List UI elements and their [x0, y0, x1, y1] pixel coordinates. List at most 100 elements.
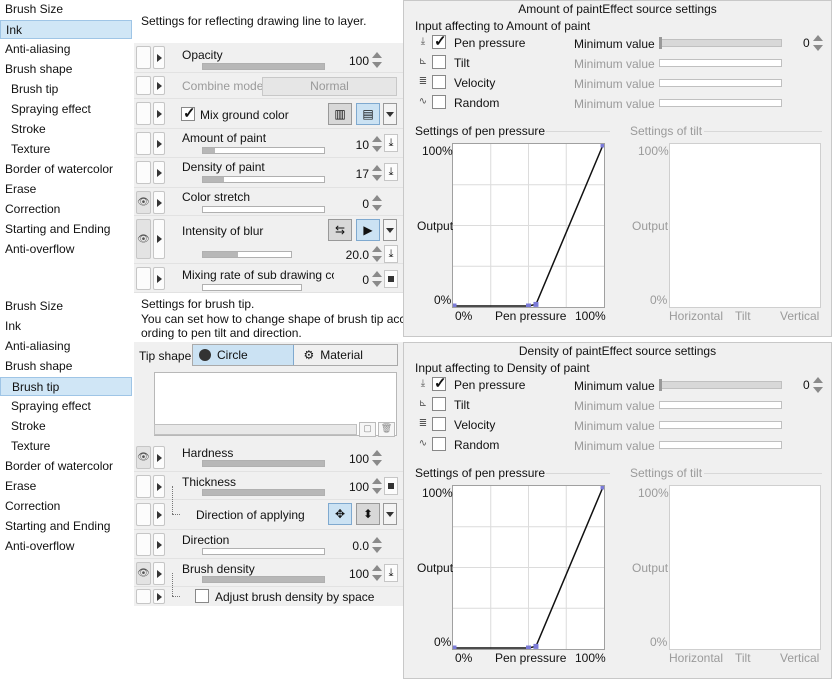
sidebar-item-erase[interactable]: Erase [0, 180, 132, 199]
combine-mode-select[interactable]: Normal [262, 77, 397, 96]
adjust-density-checkbox[interactable] [195, 589, 209, 603]
sidebar-item-border-of-watercolor[interactable]: Border of watercolor [0, 457, 132, 476]
eye-icon[interactable]: 👁 [136, 446, 151, 469]
velocity-checkbox[interactable] [432, 417, 446, 431]
curve-control-point[interactable] [533, 301, 539, 307]
sidebar-item-anti-overflow[interactable]: Anti-overflow [0, 537, 132, 556]
density-of-paint-pressure-icon[interactable]: ⤓ [384, 163, 398, 181]
intensity-of-blur-slider[interactable] [202, 251, 292, 258]
opacity-value[interactable]: 100 [329, 54, 369, 68]
minimum-value-spinner[interactable] [812, 34, 823, 52]
sidebar-item-stroke[interactable]: Stroke [0, 417, 132, 436]
sidebar-item-erase[interactable]: Erase [0, 477, 132, 496]
random-checkbox[interactable] [432, 437, 446, 451]
sidebar-item-anti-aliasing[interactable]: Anti-aliasing [0, 40, 132, 59]
expand-button[interactable] [153, 475, 165, 498]
color-stretch-spinner[interactable] [371, 194, 382, 212]
mixing-rate-slider[interactable] [202, 284, 302, 291]
tip-preview-scrollbar[interactable] [154, 424, 357, 435]
tilt-checkbox[interactable] [432, 397, 446, 411]
minimum-value-slider[interactable] [659, 37, 782, 49]
expand-button[interactable] [153, 191, 165, 214]
expand-button[interactable] [153, 76, 165, 95]
blur-mode-right-icon[interactable]: ▶ [356, 219, 380, 241]
thickness-slider[interactable] [202, 489, 325, 496]
eye-icon[interactable]: 👁 [136, 191, 151, 214]
sidebar-item-ink[interactable]: Ink [0, 20, 132, 39]
pressure-toggle[interactable] [136, 267, 151, 290]
density-of-paint-slider[interactable] [202, 176, 325, 183]
sidebar-item-stroke[interactable]: Stroke [0, 120, 132, 139]
sidebar-item-texture[interactable]: Texture [0, 140, 132, 159]
expand-button[interactable] [153, 446, 165, 469]
pressure-toggle[interactable] [136, 132, 151, 155]
curve-control-point[interactable] [453, 303, 457, 308]
sidebar-item-ink[interactable]: Ink [0, 317, 132, 336]
expand-button[interactable] [153, 503, 165, 526]
minimum-value-slider[interactable] [659, 379, 782, 391]
minimum-value-spinner[interactable] [812, 376, 823, 394]
minimum-value[interactable]: 0 [803, 36, 810, 50]
direction-mode-dropdown-icon[interactable] [383, 503, 397, 525]
amount-of-paint-pressure-icon[interactable]: ⤓ [384, 134, 398, 152]
sidebar-item-spraying-effect[interactable]: Spraying effect [0, 100, 132, 119]
sidebar-item-brush-size[interactable]: Brush Size [0, 297, 132, 316]
color-stretch-value[interactable]: 0 [329, 197, 369, 211]
pressure-curve-svg[interactable] [453, 486, 604, 649]
mixing-rate-spinner[interactable] [371, 270, 382, 288]
density-of-paint-spinner[interactable] [371, 164, 382, 182]
mixing-rate-value[interactable]: 0 [329, 273, 369, 287]
random-checkbox[interactable] [432, 95, 446, 109]
expand-button[interactable] [153, 589, 165, 604]
sidebar-item-brush-tip[interactable]: Brush tip [0, 80, 132, 99]
intensity-of-blur-pressure-icon[interactable]: ⤓ [384, 245, 398, 263]
curve-control-point[interactable] [526, 303, 531, 308]
opacity-spinner[interactable] [371, 51, 382, 69]
direction-spinner[interactable] [371, 536, 382, 554]
sidebar-item-starting-and-ending[interactable]: Starting and Ending [0, 220, 132, 239]
mixing-rate-stop-icon[interactable] [384, 270, 398, 288]
brush-density-slider[interactable] [202, 576, 325, 583]
expand-button[interactable] [153, 132, 165, 155]
blur-mode-left-icon[interactable]: ⇆ [328, 219, 352, 241]
pressure-toggle[interactable] [136, 503, 151, 526]
direction-slider[interactable] [202, 548, 325, 555]
sidebar-item-brush-shape[interactable]: Brush shape [0, 60, 132, 79]
velocity-checkbox[interactable] [432, 75, 446, 89]
minimum-value[interactable]: 0 [803, 378, 810, 392]
pen-pressure-checkbox[interactable] [432, 32, 447, 50]
intensity-of-blur-spinner[interactable] [371, 245, 382, 263]
curve-control-point[interactable] [526, 645, 531, 650]
curve-control-point[interactable] [600, 486, 605, 490]
sidebar-item-border-of-watercolor[interactable]: Border of watercolor [0, 160, 132, 179]
mix-mode-right-icon[interactable]: ▤ [356, 103, 380, 125]
sidebar-item-anti-overflow[interactable]: Anti-overflow [0, 240, 132, 259]
expand-button[interactable] [153, 102, 165, 125]
direction-mode-right-icon[interactable]: ⬍ [356, 503, 380, 525]
expand-button[interactable] [153, 533, 165, 556]
sidebar-item-brush-size[interactable]: Brush Size [0, 0, 132, 19]
intensity-of-blur-value[interactable]: 20.0 [329, 248, 369, 262]
tilt-checkbox[interactable] [432, 55, 446, 69]
blur-mode-dropdown-icon[interactable] [383, 219, 397, 241]
thickness-value[interactable]: 100 [329, 480, 369, 494]
add-tip-icon[interactable]: ▢ [359, 422, 376, 437]
pressure-toggle[interactable] [136, 533, 151, 556]
expand-button[interactable] [153, 562, 165, 585]
hardness-slider[interactable] [202, 460, 325, 467]
pressure-toggle[interactable] [136, 76, 151, 95]
hardness-spinner[interactable] [371, 449, 382, 467]
pressure-curve-graph[interactable] [452, 485, 605, 650]
tab-material[interactable]: ⚙ Material [294, 345, 398, 365]
sidebar-item-brush-shape[interactable]: Brush shape [0, 357, 132, 376]
pressure-curve-graph[interactable] [452, 143, 605, 308]
sidebar-item-correction[interactable]: Correction [0, 200, 132, 219]
sidebar-item-starting-and-ending[interactable]: Starting and Ending [0, 517, 132, 536]
curve-control-point[interactable] [453, 645, 457, 650]
sidebar-item-texture[interactable]: Texture [0, 437, 132, 456]
mix-mode-dropdown-icon[interactable] [383, 103, 397, 125]
brush-density-pressure-icon[interactable]: ⤓ [384, 564, 398, 582]
hardness-value[interactable]: 100 [329, 452, 369, 466]
opacity-slider[interactable] [202, 63, 325, 70]
sidebar-item-brush-tip[interactable]: Brush tip [0, 377, 132, 396]
